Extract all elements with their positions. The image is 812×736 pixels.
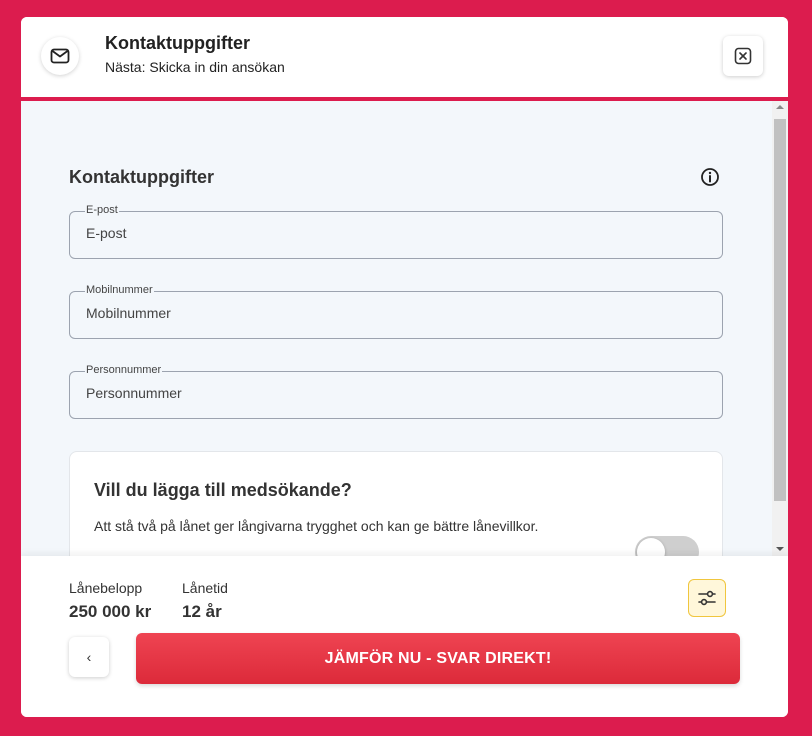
info-icon[interactable]	[700, 167, 720, 187]
envelope-icon	[41, 37, 79, 75]
personal-number-field: Personnummer	[69, 363, 723, 419]
compare-now-label: JÄMFÖR NU - SVAR DIREKT!	[324, 649, 552, 667]
loan-amount-value: 250 000 kr	[69, 602, 152, 621]
application-modal: Kontaktuppgifter Nästa: Skicka in din an…	[21, 17, 788, 717]
mobile-label: Mobilnummer	[85, 283, 154, 297]
personal-number-label: Personnummer	[85, 363, 163, 377]
toggle-knob	[637, 538, 665, 556]
email-label: E-post	[85, 203, 119, 217]
modal-header: Kontaktuppgifter Nästa: Skicka in din an…	[21, 17, 788, 97]
close-button[interactable]	[723, 36, 763, 76]
back-button[interactable]: ‹	[69, 637, 109, 677]
summary-footer: Lånebelopp 250 000 kr Lånetid 12 år ‹ JÄ…	[21, 556, 788, 717]
co-applicant-description: Att stå två på lånet ger långivarna tryg…	[94, 518, 539, 534]
mobile-input[interactable]	[86, 305, 686, 321]
loan-amount-label: Lånebelopp	[69, 580, 143, 596]
co-applicant-card: Vill du lägga till medsökande? Att stå t…	[69, 451, 723, 556]
co-applicant-title: Vill du lägga till medsökande?	[94, 480, 352, 500]
modal-subtitle: Nästa: Skicka in din ansökan	[105, 59, 285, 75]
scrollbar-thumb[interactable]	[774, 119, 786, 501]
adjust-loan-button[interactable]	[688, 579, 726, 617]
section-title: Kontaktuppgifter	[69, 167, 214, 187]
loan-term-label: Lånetid	[182, 580, 228, 596]
scroll-down-arrow-icon[interactable]	[776, 547, 784, 551]
personal-number-input[interactable]	[86, 385, 686, 401]
scroll-up-arrow-icon[interactable]	[776, 105, 784, 109]
scrollbar[interactable]	[772, 101, 788, 556]
mobile-field: Mobilnummer	[69, 283, 723, 339]
form-scroll-area: Kontaktuppgifter E-post Mobilnummer Pers…	[21, 101, 772, 556]
modal-title: Kontaktuppgifter	[105, 33, 250, 53]
sliders-icon	[698, 590, 716, 606]
close-icon	[734, 47, 752, 65]
email-input[interactable]	[86, 225, 686, 241]
loan-term-value: 12 år	[182, 602, 222, 621]
email-field: E-post	[69, 203, 723, 259]
chevron-left-icon: ‹	[86, 649, 92, 665]
compare-now-button[interactable]: JÄMFÖR NU - SVAR DIREKT!	[136, 633, 740, 684]
co-applicant-toggle[interactable]	[635, 536, 699, 556]
